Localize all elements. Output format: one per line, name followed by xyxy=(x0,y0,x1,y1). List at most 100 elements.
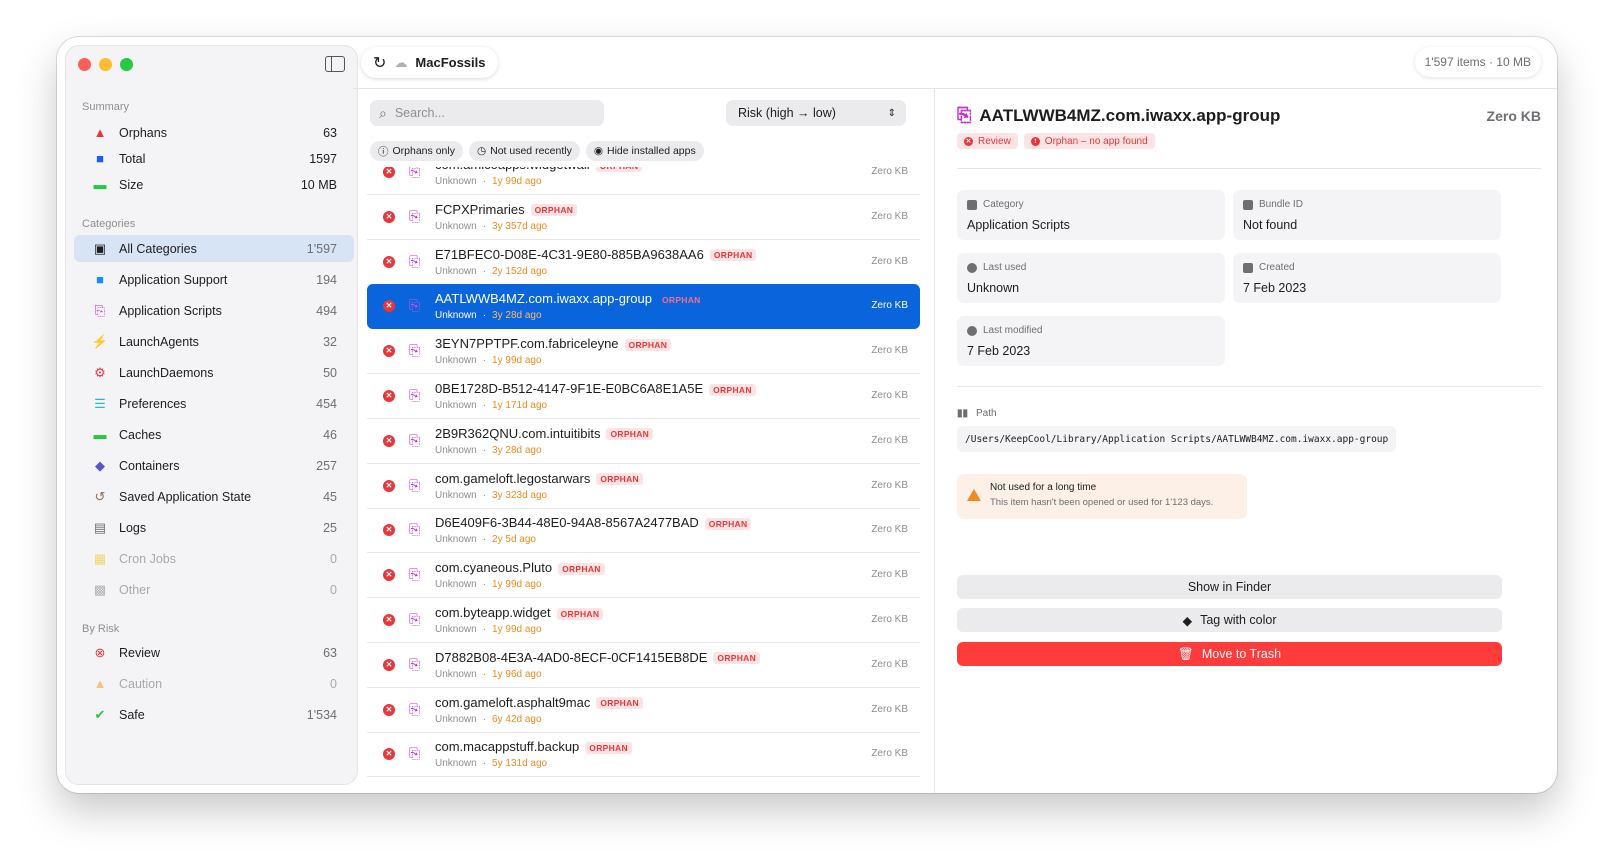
list-row-meta: Unknown · 3y 323d ago xyxy=(435,490,547,501)
sidebar-item-safe[interactable]: ✔ Safe 1'534 xyxy=(74,701,354,728)
separator: · xyxy=(482,758,487,770)
list-row[interactable]: ✕ ⎘ D7882B08-4E3A-4AD0-8ECF-0CF1415EB8DE OR… xyxy=(367,643,920,688)
separator: · xyxy=(482,624,487,635)
list-row[interactable]: ✕ ⎘ com.gameloft.asphalt9mac ORPHAN Unknown ·… xyxy=(367,688,920,733)
list-row-owner: Unknown xyxy=(435,400,477,411)
sidebar-item-label: Saved Application State xyxy=(119,489,252,504)
orphan-badge: ORPHAN xyxy=(558,562,605,575)
orphan-badge: ORPHAN xyxy=(704,517,752,530)
list-row-size: Zero KB xyxy=(871,748,908,760)
orphan-badge: ORPHAN xyxy=(624,338,672,351)
list-row[interactable]: ✕ ⎘ 3EYN7PPTPF.com.fabriceleyne ORPHAN Unkno… xyxy=(367,329,920,375)
list-row[interactable]: ✕ ⎘ com.cyaneous.Pluto ORPHAN Unknown · 1y 99d… xyxy=(367,553,920,599)
move-to-trash-button[interactable]: 🗑 Move to Trash xyxy=(957,642,1502,666)
detail-header: ⎘ AATLWWB4MZ.com.iwaxx.app-group xyxy=(957,105,1280,126)
sidebar-item-launchagents[interactable]: ⚡ LaunchAgents 32 xyxy=(74,328,354,355)
x-circle-icon: ✕ xyxy=(383,703,395,716)
sidebar-item-containers[interactable]: ◆ Containers 257 xyxy=(74,452,354,479)
document-icon: ▤ xyxy=(93,519,107,535)
sidebar-item-label: Logs xyxy=(119,520,147,535)
sidebar-item-count: 0 xyxy=(330,551,337,566)
list-row[interactable]: ✕ ⎘ com.byteapp.widget ORPHAN Unknown · 1y 99d… xyxy=(367,598,920,643)
list-row[interactable]: ✕ ⎘ E71BFEC0-D08E-4C31-9E80-885BA9638AA6 OR… xyxy=(367,240,920,285)
zoom-window-button[interactable] xyxy=(120,58,133,71)
summary-item-total[interactable]: ■ Total 1597 xyxy=(74,145,354,172)
list-row-owner: Unknown xyxy=(435,668,477,680)
list-row[interactable]: ✕ ⎘ AATLWWB4MZ.com.iwaxx.app-group ORPHAN Un… xyxy=(367,284,920,330)
script-icon: ⎘ xyxy=(409,431,421,448)
path-value[interactable]: /Users/KeepCool/Library/Application Scri… xyxy=(957,426,1397,452)
list-row-name: com.amicoapps.widgetwall ORPHAN xyxy=(435,167,643,172)
sidebar-item-label: Safe xyxy=(119,707,145,722)
sidebar-item-all-categories[interactable]: ▣ All Categories 1'597 xyxy=(74,235,354,262)
sort-select[interactable]: Risk (high → low) ⇕ xyxy=(726,100,906,126)
summary-item-orphans[interactable]: ▲ Orphans 63 xyxy=(74,119,354,146)
list-row-title: 2B9R362QNU.com.intuitibits xyxy=(435,425,601,441)
created-value: 7 Feb 2023 xyxy=(1243,281,1307,295)
show-in-finder-button[interactable]: Show in Finder xyxy=(957,575,1502,599)
path-label: Path xyxy=(976,408,997,419)
list-row-name: com.gameloft.asphalt9mac ORPHAN xyxy=(435,695,643,710)
sidebar-item-other[interactable]: ▩ Other 0 xyxy=(74,576,354,603)
detail-tags: ✕ Review ! Orphan – no app found xyxy=(957,133,1155,149)
script-icon: ⎘ xyxy=(409,521,421,538)
list-row-size: Zero KB xyxy=(871,569,908,581)
sidebar-item-cron-jobs[interactable]: ▦ Cron Jobs 0 xyxy=(74,545,354,572)
list-row[interactable]: ✕ ⎘ D6E409F6-3B44-48E0-94A8-8567A2477BAD OR… xyxy=(367,508,920,554)
review-badge: ✕ Review xyxy=(957,133,1018,149)
sidebar-item-application-scripts[interactable]: ⎘ Application Scripts 494 xyxy=(74,297,354,324)
chip-label: Hide installed apps xyxy=(607,145,696,157)
move-to-trash-label: Move to Trash xyxy=(1201,647,1282,661)
x-circle-icon: ✕ xyxy=(383,434,395,447)
list-row-name: 2B9R362QNU.com.intuitibits ORPHAN xyxy=(435,425,654,441)
history-icon: ↺ xyxy=(94,488,106,504)
sidebar-item-logs[interactable]: ▤ Logs 25 xyxy=(74,514,354,541)
list-row-age: 5y 131d ago xyxy=(492,758,548,770)
orphan-badge: ORPHAN xyxy=(596,697,643,710)
list-row-name: 3EYN7PPTPF.com.fabriceleyne ORPHAN xyxy=(435,336,672,351)
chip-not-used-recently[interactable]: ◷ Not used recently xyxy=(468,141,580,161)
list-row[interactable]: ✕ ⎘ com.gameloft.legostarwars ORPHAN Unknown… xyxy=(367,464,920,509)
sidebar-item-caution[interactable]: ▲ Caution 0 xyxy=(74,670,354,697)
item-list-pane: ⌕ Search... Risk (high → low) ⇕ ⓘ Orphans… xyxy=(353,89,935,793)
sidebar-item-count: 46 xyxy=(323,427,337,442)
sidebar-item-review[interactable]: ⊗ Review 63 xyxy=(74,639,354,666)
app-window: Summary ▲ Orphans 63 ■ Total 1597 ▬ Size… xyxy=(57,37,1557,793)
refresh-icon[interactable]: ↻ xyxy=(373,53,386,73)
chip-orphans-only[interactable]: ⓘ Orphans only xyxy=(370,141,463,161)
warning-triangle-icon: ▲ xyxy=(93,676,107,691)
chip-hide-installed-apps[interactable]: ◉ Hide installed apps xyxy=(585,141,704,161)
clock-search-icon: ◷ xyxy=(476,145,487,157)
list-row[interactable]: ✕ ⎘ 2B9R362QNU.com.intuitibits ORPHAN Unknow… xyxy=(367,419,920,464)
close-window-button[interactable] xyxy=(78,58,91,71)
sidebar-toggle-icon[interactable] xyxy=(325,56,345,72)
orphan-badge: ORPHAN xyxy=(596,473,643,486)
list-row-owner: Unknown xyxy=(435,758,477,770)
list-row-meta: Unknown · 1y 99d ago xyxy=(435,355,542,366)
search-field[interactable]: ⌕ Search... xyxy=(370,100,604,126)
summary-item-size[interactable]: ▬ Size 10 MB xyxy=(74,171,354,198)
list-row[interactable]: ✕ ⎘ 0BE1728D-B512-4147-9F1E-E0BC6A8E1A5E OR… xyxy=(367,374,920,419)
script-icon: ⎘ xyxy=(409,611,421,627)
x-circle-icon: ✕ xyxy=(383,390,395,402)
warning-triangle-icon xyxy=(967,489,981,501)
list-row-title: FCPXPrimaries xyxy=(435,201,525,217)
list-row-size: Zero KB xyxy=(871,658,908,670)
list-row[interactable]: ✕ ⎘ com.macappstuff.backup ORPHAN Unknown · 5y… xyxy=(367,732,920,778)
sidebar-item-caches[interactable]: ▬ Caches 46 xyxy=(74,421,354,448)
list-row-age: 2y 5d ago xyxy=(492,534,536,546)
tag-with-color-button[interactable]: ◆ Tag with color xyxy=(957,608,1502,632)
pencil-icon xyxy=(967,325,977,336)
last-modified-label: Last modified xyxy=(983,325,1043,336)
list-row-size: Zero KB xyxy=(871,703,908,715)
orphan-badge-label: Orphan – no app found xyxy=(1044,135,1148,147)
sidebar-item-saved-application-state[interactable]: ↺ Saved Application State 45 xyxy=(74,483,354,510)
list-row[interactable]: ✕ ⎘ FCPXPrimaries ORPHAN Unknown · 3y 357d ago… xyxy=(367,195,920,240)
sidebar-item-preferences[interactable]: ☰ Preferences 454 xyxy=(74,390,354,417)
disk-icon: ▬ xyxy=(93,427,107,442)
sidebar-item-launchdaemons[interactable]: ⚙ LaunchDaemons 50 xyxy=(74,359,354,386)
minimize-window-button[interactable] xyxy=(99,58,112,71)
list-row[interactable]: ✕ ⎘ com.amicoapps.widgetwall ORPHAN Unknown ·… xyxy=(367,167,920,195)
last-modified-value: 7 Feb 2023 xyxy=(967,344,1031,358)
sidebar-item-application-support[interactable]: ■ Application Support 194 xyxy=(74,266,354,293)
